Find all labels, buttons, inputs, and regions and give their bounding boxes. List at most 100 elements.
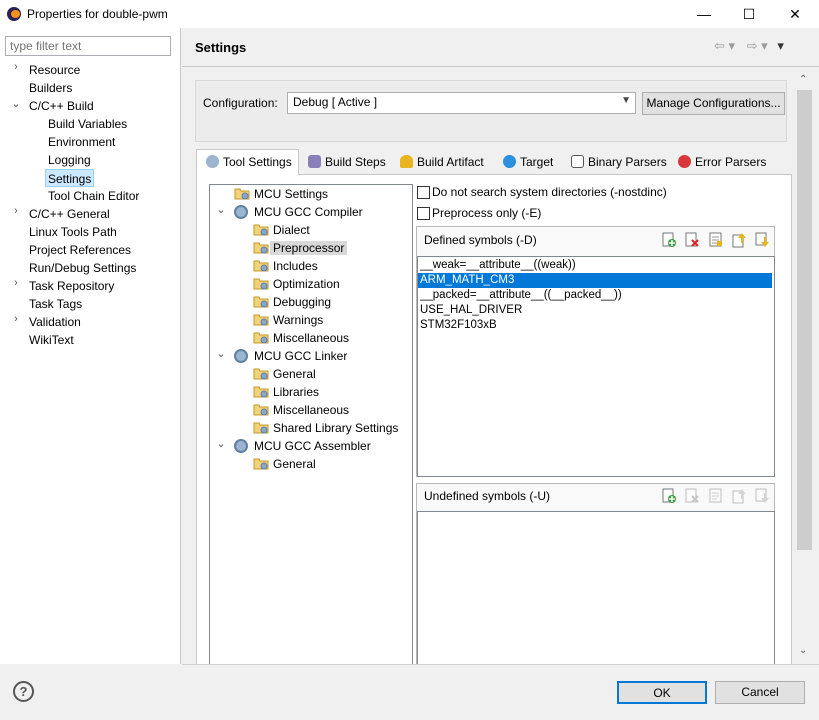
delete-symbol-icon[interactable] bbox=[684, 232, 700, 248]
tab-label: Error Parsers bbox=[695, 155, 767, 169]
tab-tool-settings[interactable]: Tool Settings bbox=[201, 152, 292, 174]
add-symbol-icon[interactable] bbox=[661, 232, 677, 248]
view-menu-button[interactable]: ▾ bbox=[777, 38, 784, 53]
tool-tree-label: Libraries bbox=[273, 385, 320, 399]
tool-tree-item[interactable]: MCU GCC Linker bbox=[234, 347, 348, 365]
tab-label: Build Steps bbox=[325, 155, 386, 169]
tool-tree-label: General bbox=[273, 457, 316, 471]
tool-tree-item[interactable]: Miscellaneous bbox=[253, 401, 349, 419]
build-steps-icon bbox=[308, 155, 321, 168]
filter-input[interactable] bbox=[5, 36, 171, 56]
minimize-button[interactable]: — bbox=[681, 0, 727, 28]
nav-item-linux-tools-path[interactable]: Linux Tools Path bbox=[29, 223, 117, 241]
tool-tree-item[interactable]: Optimization bbox=[253, 275, 340, 293]
tool-tree-label: MCU GCC Assembler bbox=[254, 439, 371, 453]
tool-tree-label: MCU GCC Linker bbox=[254, 349, 348, 363]
tool-tree-label: MCU Settings bbox=[254, 187, 329, 201]
tool-tree-label: Includes bbox=[273, 259, 318, 273]
close-button[interactable]: ✕ bbox=[772, 0, 818, 28]
nav-item-builders[interactable]: Builders bbox=[29, 79, 72, 97]
tab-label: Tool Settings bbox=[223, 155, 292, 169]
tool-tree-item[interactable]: Libraries bbox=[253, 383, 320, 401]
preprocess-only-checkbox[interactable] bbox=[417, 207, 430, 220]
tab-build-artifact[interactable]: Build Artifact bbox=[395, 152, 484, 174]
nav-item-logging[interactable]: Logging bbox=[48, 151, 91, 169]
tool-tree-item[interactable]: MCU Settings bbox=[234, 185, 329, 203]
tool-tree-label: Dialect bbox=[273, 223, 310, 237]
chevron-right-icon[interactable]: › bbox=[11, 313, 21, 325]
back-button[interactable]: ⇦ ▾ bbox=[714, 38, 735, 53]
tool-tree-item[interactable]: Warnings bbox=[253, 311, 323, 329]
chevron-down-icon[interactable]: ⌄ bbox=[11, 97, 21, 110]
property-nav-pane: › ResourceBuilders ⌄ C/C++ BuildBuild Varia… bbox=[0, 28, 181, 664]
nostdinc-checkbox[interactable] bbox=[417, 186, 430, 199]
nav-item-environment[interactable]: Environment bbox=[48, 133, 115, 151]
tool-tree-item[interactable]: Dialect bbox=[253, 221, 310, 239]
tool-tree-item[interactable]: General bbox=[253, 455, 316, 473]
chevron-down-icon[interactable]: ⌄ bbox=[216, 203, 226, 216]
nav-item-wikitext[interactable]: WikiText bbox=[29, 331, 74, 349]
tool-tree-item[interactable]: Debugging bbox=[253, 293, 331, 311]
help-button[interactable]: ? bbox=[13, 681, 34, 702]
ok-button[interactable]: OK bbox=[617, 681, 707, 704]
tool-tree-item[interactable]: Includes bbox=[253, 257, 318, 275]
add-symbol-icon[interactable] bbox=[661, 488, 677, 504]
edit-symbol-icon bbox=[709, 488, 722, 503]
move-down-icon[interactable] bbox=[754, 232, 770, 248]
defined-symbol-item[interactable]: USE_HAL_DRIVER bbox=[420, 303, 522, 318]
move-up-icon[interactable] bbox=[731, 232, 747, 248]
nav-item-run-debug-settings[interactable]: Run/Debug Settings bbox=[29, 259, 136, 277]
cancel-button[interactable]: Cancel bbox=[715, 681, 805, 704]
tab-binary-parsers[interactable]: Binary Parsers bbox=[566, 152, 667, 174]
tool-tree-label: General bbox=[273, 367, 316, 381]
error-icon bbox=[678, 155, 691, 168]
nav-item-project-references[interactable]: Project References bbox=[29, 241, 131, 259]
chevron-right-icon[interactable]: › bbox=[11, 277, 21, 289]
scroll-up-arrow[interactable]: ⌃ bbox=[799, 74, 807, 85]
delete-symbol-icon bbox=[685, 488, 699, 503]
chevron-down-icon[interactable]: ⌄ bbox=[216, 437, 226, 450]
tool-tree-item[interactable]: Miscellaneous bbox=[253, 329, 349, 347]
nav-item-build-variables[interactable]: Build Variables bbox=[48, 115, 127, 133]
chevron-down-icon[interactable]: ⌄ bbox=[216, 347, 226, 360]
tool-tree-item[interactable]: MCU GCC Assembler bbox=[234, 437, 371, 455]
configuration-select[interactable]: Debug [ Active ] ▼ bbox=[287, 92, 636, 114]
trophy-icon bbox=[400, 155, 413, 168]
maximize-button[interactable]: ☐ bbox=[726, 0, 772, 28]
defined-symbol-item[interactable]: __weak=__attribute__((weak)) bbox=[420, 258, 576, 273]
nav-item-c-c-general[interactable]: C/C++ General bbox=[29, 205, 110, 223]
folder-settings-icon bbox=[253, 385, 269, 398]
defined-symbol-item[interactable]: ARM_MATH_CM3 bbox=[418, 273, 772, 288]
nav-item-resource[interactable]: Resource bbox=[29, 61, 80, 79]
tab-target[interactable]: Target bbox=[498, 152, 553, 174]
scroll-down-arrow[interactable]: ⌄ bbox=[799, 645, 807, 656]
nav-item-task-tags[interactable]: Task Tags bbox=[29, 295, 82, 313]
tab-label: Build Artifact bbox=[417, 155, 484, 169]
gear-icon bbox=[234, 349, 248, 363]
tool-tree-item[interactable]: Preprocessor bbox=[253, 239, 348, 257]
defined-symbol-item[interactable]: STM32F103xB bbox=[420, 318, 497, 333]
nav-item-settings[interactable]: Settings bbox=[45, 169, 95, 187]
folder-settings-icon bbox=[253, 241, 269, 254]
scrollbar-thumb[interactable] bbox=[797, 90, 812, 550]
folder-settings-icon bbox=[253, 295, 269, 308]
chevron-right-icon[interactable]: › bbox=[11, 61, 21, 73]
edit-symbol-icon[interactable] bbox=[708, 232, 724, 248]
forward-button[interactable]: ⇨ ▾ bbox=[747, 38, 768, 53]
nav-item-task-repository[interactable]: Task Repository bbox=[29, 277, 114, 295]
tool-tree-item[interactable]: MCU GCC Compiler bbox=[234, 203, 363, 221]
nav-item-tool-chain-editor[interactable]: Tool Chain Editor bbox=[48, 187, 139, 205]
configuration-value: Debug [ Active ] bbox=[293, 95, 378, 109]
nav-item-c-c-build[interactable]: C/C++ Build bbox=[29, 97, 94, 115]
tool-tree-item[interactable]: General bbox=[253, 365, 316, 383]
tool-tree-item[interactable]: Shared Library Settings bbox=[253, 419, 398, 437]
defined-symbol-item[interactable]: __packed=__attribute__((__packed__)) bbox=[420, 288, 622, 303]
configuration-label: Configuration: bbox=[203, 96, 278, 110]
eclipse-icon bbox=[7, 7, 21, 21]
tab-build-steps[interactable]: Build Steps bbox=[303, 152, 386, 174]
tab-error-parsers[interactable]: Error Parsers bbox=[673, 152, 766, 174]
nav-item-validation[interactable]: Validation bbox=[29, 313, 81, 331]
chevron-right-icon[interactable]: › bbox=[11, 205, 21, 217]
manage-configurations-button[interactable]: Manage Configurations... bbox=[642, 92, 785, 115]
undefined-symbols-list[interactable] bbox=[417, 511, 775, 665]
